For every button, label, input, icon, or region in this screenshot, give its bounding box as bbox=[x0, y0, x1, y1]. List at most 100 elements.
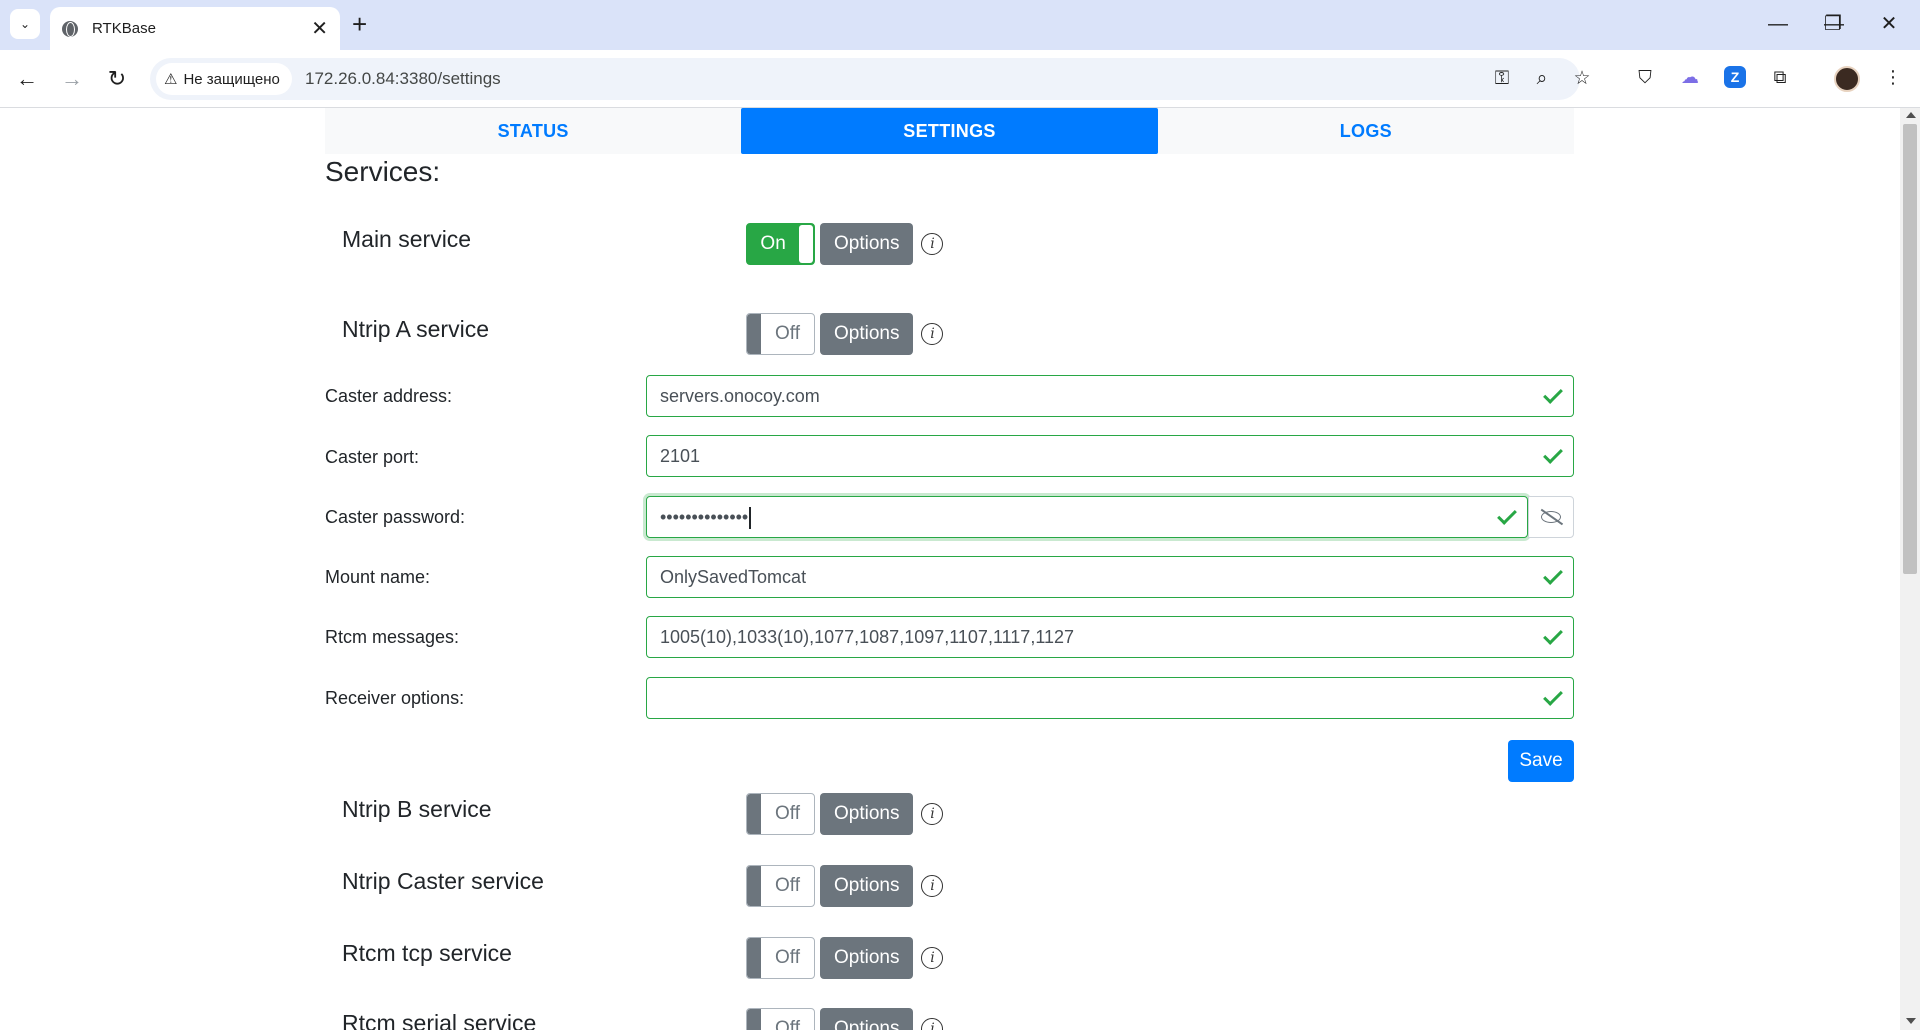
tab-search-button[interactable]: ⌄ bbox=[10, 9, 40, 39]
toggle-state-label: Off bbox=[775, 1018, 800, 1030]
caster-port-value: 2101 bbox=[660, 446, 701, 466]
services-heading: Services: bbox=[325, 156, 441, 187]
bookmark-star-icon[interactable]: ☆ bbox=[1568, 58, 1596, 100]
toggle-knob bbox=[799, 225, 813, 263]
info-icon[interactable]: i bbox=[921, 947, 944, 969]
valid-check-icon bbox=[1541, 443, 1563, 469]
caster-address-value: servers.onocoy.com bbox=[660, 386, 820, 406]
scroll-down-arrow-icon[interactable] bbox=[1906, 1018, 1916, 1024]
ntrip-a-service-options-button[interactable]: Options bbox=[820, 313, 914, 355]
toggle-knob bbox=[747, 866, 761, 906]
ntrip-caster-service-controls: Off Options i bbox=[746, 865, 944, 907]
profile-avatar[interactable] bbox=[1834, 66, 1860, 92]
info-icon[interactable]: i bbox=[921, 1018, 944, 1030]
settings-nav-tabs: STATUS SETTINGS LOGS bbox=[325, 108, 1574, 154]
info-icon[interactable]: i bbox=[921, 803, 944, 825]
rtcm-tcp-service-controls: Off Options i bbox=[746, 937, 944, 979]
scrollbar-thumb[interactable] bbox=[1903, 124, 1917, 574]
extensions-puzzle-icon[interactable]: ⧉ bbox=[1767, 64, 1793, 90]
reload-icon[interactable]: ↻ bbox=[102, 64, 132, 94]
rtcm-tcp-service-options-button[interactable]: Options bbox=[820, 937, 914, 979]
shield-extension-icon[interactable]: ⛉ bbox=[1632, 64, 1658, 90]
toggle-state-label: Off bbox=[775, 803, 800, 824]
info-icon[interactable]: i bbox=[921, 875, 944, 897]
browser-toolbar: ← → ↻ ⚠ Не защищено 172.26.0.84:3380/set… bbox=[0, 50, 1920, 108]
minimize-icon[interactable]: — bbox=[1763, 10, 1793, 38]
caster-password-value: •••••••••••••• bbox=[660, 497, 751, 537]
ntrip-b-service-options-button[interactable]: Options bbox=[820, 793, 914, 835]
security-chip[interactable]: ⚠ Не защищено bbox=[156, 63, 292, 95]
toggle-knob bbox=[747, 1009, 761, 1030]
rtcm-tcp-service-label: Rtcm tcp service bbox=[342, 940, 512, 966]
caster-password-input[interactable]: •••••••••••••• bbox=[646, 496, 1528, 538]
ntrip-b-service-toggle[interactable]: Off bbox=[746, 793, 815, 835]
valid-check-icon bbox=[1541, 383, 1563, 409]
toggle-knob bbox=[747, 794, 761, 834]
eye-slash-icon bbox=[1541, 511, 1561, 523]
save-button[interactable]: Save bbox=[1508, 740, 1574, 782]
browser-tab[interactable]: RTKBase ✕ bbox=[50, 7, 340, 50]
zoom-icon[interactable]: ⌕ bbox=[1528, 58, 1556, 100]
ntrip-caster-service-options-button[interactable]: Options bbox=[820, 865, 914, 907]
extension-purple-icon[interactable]: ☁ bbox=[1677, 64, 1703, 90]
receiver-options-input[interactable] bbox=[646, 677, 1574, 719]
toggle-knob bbox=[747, 314, 761, 354]
text-caret bbox=[749, 507, 751, 530]
globe-icon bbox=[62, 20, 78, 37]
close-window-icon[interactable]: ✕ bbox=[1874, 10, 1904, 38]
toggle-password-visibility-button[interactable] bbox=[1528, 496, 1574, 538]
ntrip-caster-service-toggle[interactable]: Off bbox=[746, 865, 815, 907]
chevron-down-icon: ⌄ bbox=[19, 17, 31, 31]
main-service-label: Main service bbox=[342, 226, 472, 252]
toggle-state-label: Off bbox=[775, 875, 800, 896]
main-service-controls: On Options i bbox=[746, 223, 944, 265]
close-tab-icon[interactable]: ✕ bbox=[311, 19, 328, 39]
rtcm-serial-service-toggle[interactable]: Off bbox=[746, 1008, 815, 1030]
caster-password-label: Caster password: bbox=[325, 507, 466, 527]
warning-icon: ⚠ bbox=[164, 71, 178, 88]
rtcm-messages-value: 1005(10),1033(10),1077,1087,1097,1107,11… bbox=[660, 627, 1075, 647]
password-dots: •••••••••••••• bbox=[660, 507, 749, 527]
page-viewport: STATUS SETTINGS LOGS Services: Main serv… bbox=[0, 108, 1900, 1030]
tab-status[interactable]: STATUS bbox=[325, 108, 741, 154]
scroll-up-arrow-icon[interactable] bbox=[1906, 112, 1916, 118]
ntrip-a-service-label: Ntrip A service bbox=[342, 316, 489, 342]
tab-settings[interactable]: SETTINGS bbox=[741, 108, 1158, 154]
mount-name-input[interactable]: OnlySavedTomcat bbox=[646, 556, 1574, 598]
main-service-options-button[interactable]: Options bbox=[820, 223, 914, 265]
restore-icon[interactable]: ❐ bbox=[1818, 10, 1848, 38]
address-bar[interactable]: ⚠ Не защищено 172.26.0.84:3380/settings … bbox=[150, 58, 1591, 100]
tab-logs[interactable]: LOGS bbox=[1158, 108, 1574, 154]
ntrip-a-service-toggle[interactable]: Off bbox=[746, 313, 815, 355]
ntrip-b-service-label: Ntrip B service bbox=[342, 796, 492, 822]
caster-address-input[interactable]: servers.onocoy.com bbox=[646, 375, 1574, 417]
rtcm-serial-service-label: Rtcm serial service bbox=[342, 1010, 537, 1030]
url-text[interactable]: 172.26.0.84:3380/settings bbox=[305, 58, 501, 100]
rtcm-serial-service-options-button[interactable]: Options bbox=[820, 1008, 914, 1030]
menu-kebab-icon[interactable]: ⋮ bbox=[1880, 64, 1906, 90]
ntrip-caster-service-label: Ntrip Caster service bbox=[342, 868, 544, 894]
forward-arrow-icon[interactable]: → bbox=[57, 64, 87, 94]
info-icon[interactable]: i bbox=[921, 233, 944, 255]
caster-port-input[interactable]: 2101 bbox=[646, 435, 1574, 477]
tab-title: RTKBase bbox=[92, 20, 156, 37]
page-scrollbar[interactable] bbox=[1900, 108, 1920, 1030]
valid-check-icon bbox=[1541, 624, 1563, 650]
ntrip-a-service-controls: Off Options i bbox=[746, 313, 944, 355]
toggle-state-label: On bbox=[760, 233, 786, 254]
main-service-toggle[interactable]: On bbox=[746, 223, 815, 265]
receiver-options-label: Receiver options: bbox=[325, 688, 465, 708]
info-icon[interactable]: i bbox=[921, 323, 944, 345]
back-arrow-icon[interactable]: ← bbox=[12, 64, 42, 94]
extension-blue-icon[interactable]: Z bbox=[1724, 66, 1746, 88]
rtcm-serial-service-controls: Off Options i bbox=[746, 1008, 944, 1030]
new-tab-button[interactable]: + bbox=[352, 10, 367, 38]
password-key-icon[interactable]: ⚿ bbox=[1488, 58, 1516, 100]
toggle-knob bbox=[747, 938, 761, 978]
rtcm-messages-input[interactable]: 1005(10),1033(10),1077,1087,1097,1107,11… bbox=[646, 616, 1574, 658]
rtcm-tcp-service-toggle[interactable]: Off bbox=[746, 937, 815, 979]
ntrip-b-service-controls: Off Options i bbox=[746, 793, 944, 835]
mount-name-value: OnlySavedTomcat bbox=[660, 567, 807, 587]
valid-check-icon bbox=[1541, 685, 1563, 711]
caster-port-label: Caster port: bbox=[325, 447, 420, 467]
